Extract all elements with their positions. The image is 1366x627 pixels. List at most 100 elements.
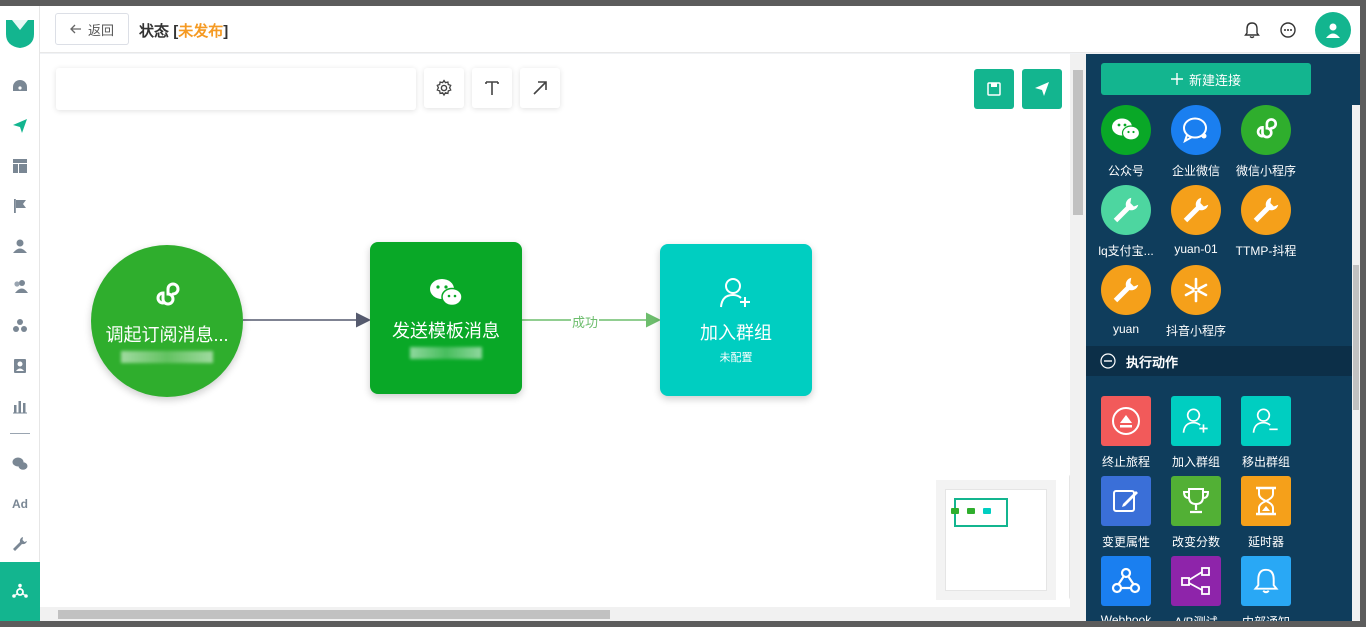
bell-icon [1241,556,1291,606]
connection-item[interactable]: 微信小程序 [1231,105,1301,179]
node-subtitle-redacted [410,347,482,359]
scroll-thumb[interactable] [1353,265,1359,410]
item-label: lq支付宝... [1098,244,1154,258]
nav-dashboard-icon[interactable] [8,74,32,98]
panel-scrollbar[interactable] [1352,105,1360,621]
connection-item[interactable]: yuan-01 [1161,185,1231,256]
arrow-left-icon [70,24,81,34]
action-item[interactable]: 延时器 [1231,476,1301,550]
canvas-vertical-scrollbar[interactable] [1070,54,1086,607]
item-label: 内部通知 [1231,613,1301,621]
wrench-icon [1171,185,1221,235]
status-label: 状态 [139,23,170,40]
app-logo [6,20,34,48]
new-connection-button[interactable]: 新建连接 [1101,63,1311,95]
connection-item[interactable]: yuan [1091,265,1161,336]
item-label: 抖音小程序 [1165,324,1226,338]
component-panel: 新建连接 公众号 企业微信 微信小程序 lq支付宝... yuan-01 TTMP-抖程 y… [1086,54,1360,621]
flow-node-template-message[interactable]: 发送模板消息 [370,242,522,394]
nav-user-icon[interactable] [8,234,32,258]
top-header: 返回 状态 [未发布] [40,6,1360,53]
action-item[interactable]: 改变分数 [1161,476,1231,550]
item-label: 终止旅程 [1101,455,1150,469]
item-label: 公众号 [1107,164,1144,178]
flow-node-join-group[interactable]: 加入群组 未配置 [660,244,812,396]
collapse-icon [1100,353,1116,369]
mini-program-icon [1241,105,1291,155]
minimap-node [967,508,975,514]
page-title: 状态 [未发布] [139,20,228,41]
trophy-icon [1171,476,1221,526]
message-icon[interactable] [1278,20,1298,40]
nav-journey-icon[interactable] [8,114,32,138]
item-label: yuan-01 [1174,242,1218,256]
actions-section-header[interactable]: 执行动作 [1086,346,1360,376]
minimap-node [951,508,959,514]
nav-wechat-icon[interactable] [8,452,32,476]
item-label: 改变分数 [1171,535,1220,549]
minimap-area [945,489,1047,591]
nav-flag-icon[interactable] [8,194,32,218]
node-title: 发送模板消息 [392,321,500,341]
edit-icon [1101,476,1151,526]
action-item[interactable]: 终止旅程 [1091,396,1161,470]
scroll-thumb[interactable] [1073,70,1083,215]
back-button[interactable]: 返回 [55,13,129,45]
connection-item[interactable]: 企业微信 [1161,105,1231,179]
action-item[interactable]: 移出群组 [1231,396,1301,470]
wechat-icon [430,279,463,307]
connection-item[interactable]: lq支付宝... [1091,185,1161,259]
nav-wrench-icon[interactable] [8,532,32,556]
wrench-icon [1101,185,1151,235]
mini-program-icon [156,282,180,306]
connection-item[interactable]: 公众号 [1091,105,1161,179]
new-connection-label: 新建连接 [1188,72,1241,88]
nav-settings-hub-icon[interactable] [0,562,40,621]
flow-canvas[interactable]: 成功 调起订阅消息... 发送模板消息 加入群组 未配置 [40,54,1110,607]
avatar[interactable] [1315,12,1351,48]
action-item[interactable]: Webhook [1091,556,1161,621]
item-label: yuan [1112,322,1140,336]
user-icon [1326,23,1340,38]
action-item[interactable]: 内部通知 [1231,556,1301,621]
node-title: 加入群组 [700,323,772,343]
item-label: 变更属性 [1101,535,1150,549]
nav-ad-icon[interactable]: Ad [8,492,32,516]
asterisk-icon [1171,265,1221,315]
bracket-close: ] [223,23,229,40]
webhook-icon [1101,556,1151,606]
nav-chart-icon[interactable] [8,394,32,418]
wrench-icon [1101,265,1151,315]
action-item[interactable]: 变更属性 [1091,476,1161,550]
ab-test-icon [1171,556,1221,606]
canvas-horizontal-scrollbar[interactable] [40,607,1086,621]
nav-group-icon[interactable] [8,314,32,338]
back-label: 返回 [87,22,114,38]
nav-divider [10,433,30,434]
scroll-thumb[interactable] [58,610,610,619]
node-subtitle: 未配置 [719,352,753,364]
item-label: 延时器 [1247,535,1284,549]
wrench-icon [1241,185,1291,235]
user-remove-icon [1241,396,1291,446]
action-item[interactable]: A/B测试 [1161,556,1231,621]
status-value: 未发布 [178,23,224,40]
bell-icon[interactable] [1242,20,1262,40]
actions-section-label: 执行动作 [1126,354,1179,370]
item-label: 移出群组 [1241,455,1290,469]
flow-node-subscribe[interactable]: 调起订阅消息... [91,245,243,397]
left-nav: Ad [0,6,40,621]
user-add-icon [1171,396,1221,446]
item-label: 微信小程序 [1235,164,1296,178]
nav-layout-icon[interactable] [8,154,32,178]
connection-item[interactable]: 抖音小程序 [1161,265,1231,339]
connection-item[interactable]: TTMP-抖程 [1231,185,1301,259]
item-label: Webhook [1100,613,1152,621]
action-item[interactable]: 加入群组 [1161,396,1231,470]
minimap[interactable] [936,480,1056,600]
work-wechat-icon [1171,105,1221,155]
minimap-viewport[interactable] [954,498,1008,527]
minimap-node [983,508,991,514]
nav-users-icon[interactable] [8,274,32,298]
nav-contact-card-icon[interactable] [8,354,32,378]
